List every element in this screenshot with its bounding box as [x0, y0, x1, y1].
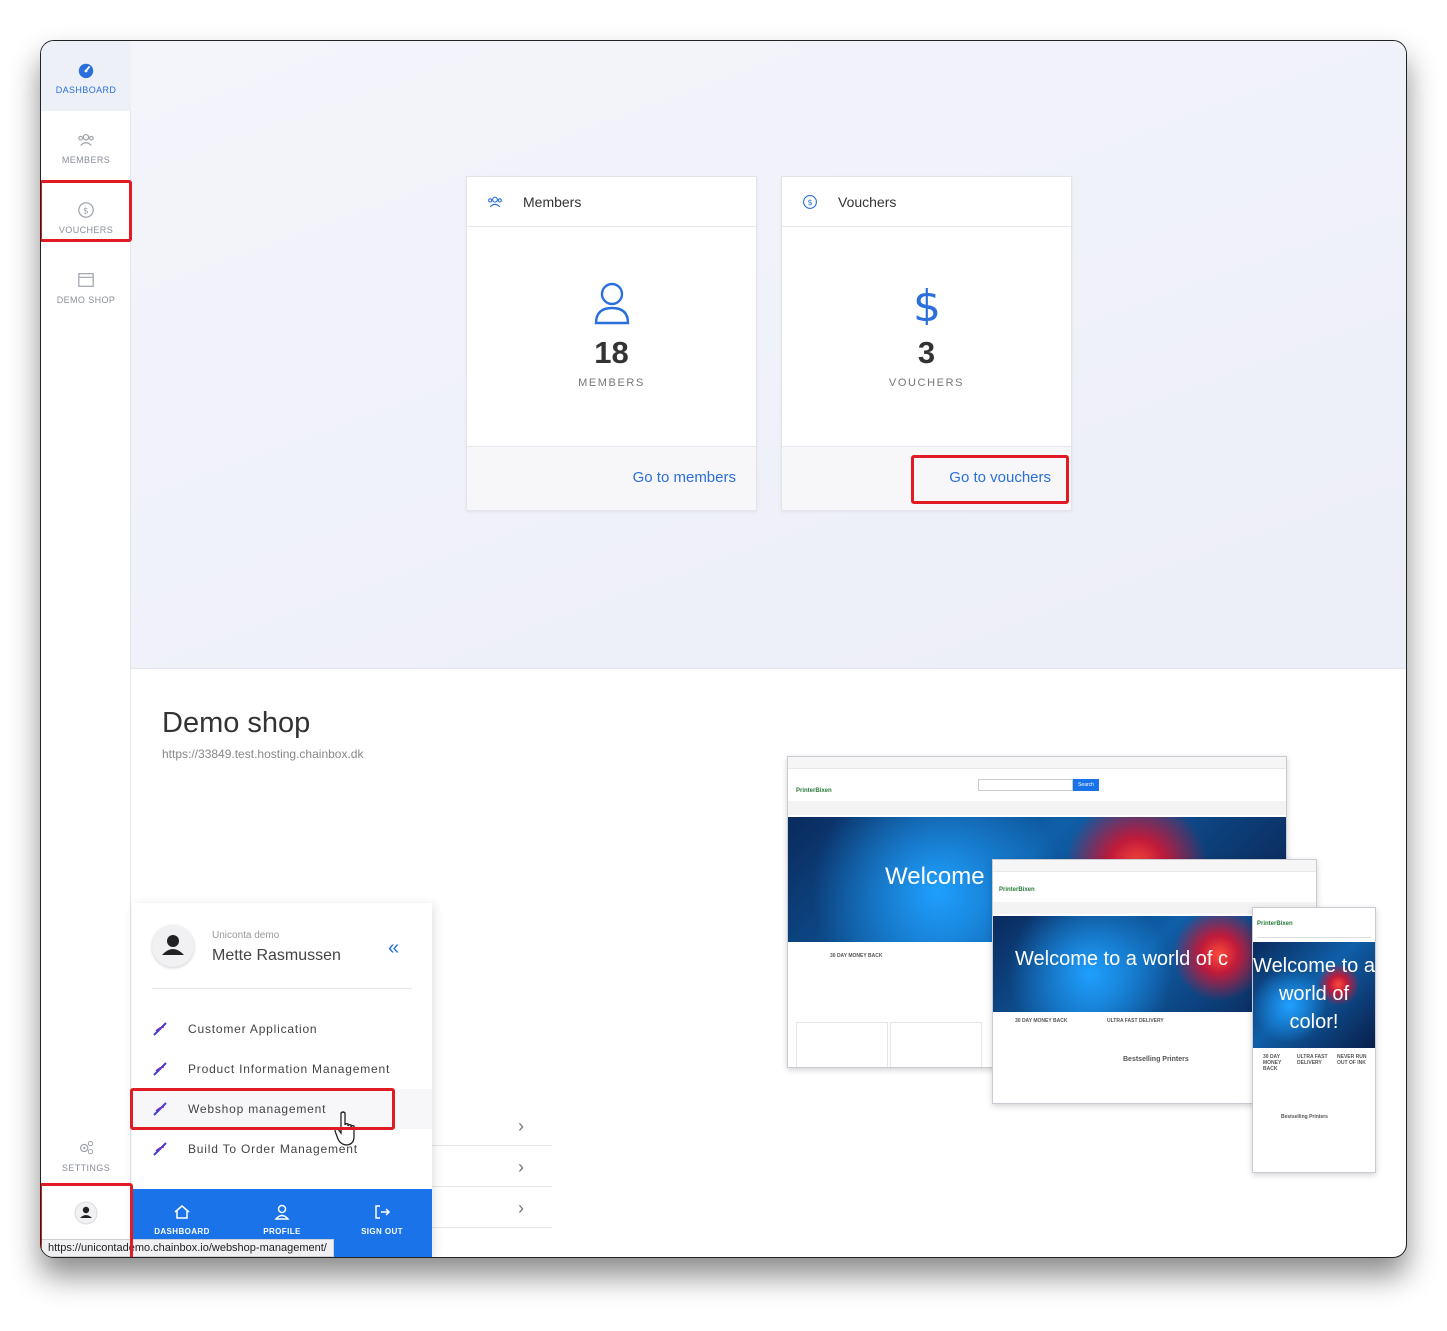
product-tile — [796, 1022, 888, 1067]
members-icon — [78, 134, 94, 146]
chainbox-link-icon — [153, 1142, 167, 1156]
app-customer-application[interactable]: Customer Application — [132, 1009, 432, 1049]
members-card: Members 18 MEMBERS Go to members — [466, 176, 757, 511]
user-name: Mette Rasmussen — [212, 947, 341, 964]
app-label: Product Information Management — [188, 1062, 391, 1076]
app-build-to-order-management[interactable]: Build To Order Management — [132, 1129, 432, 1169]
preview-logo: PrinterBixen — [796, 779, 832, 797]
bar-sign-out-button[interactable]: SIGN OUT — [342, 1203, 422, 1236]
bar-dashboard-button[interactable]: DASHBOARD — [142, 1203, 222, 1236]
card-footer: Go to members — [467, 446, 756, 510]
demo-shop-url[interactable]: https://33849.test.hosting.chainbox.dk — [162, 747, 363, 761]
sign-out-icon — [375, 1205, 391, 1219]
vouchers-count: 3 — [917, 335, 936, 370]
app-window: DASHBOARD MEMBERS $ VOUCHERS DEMO SHOP S… — [40, 40, 1407, 1258]
avatar — [152, 925, 194, 967]
highlight-go-to-vouchers — [911, 455, 1069, 504]
hero-text: Welcome to a world of c — [1015, 948, 1229, 970]
list-row[interactable]: › — [432, 1105, 552, 1146]
preview-topbar — [993, 860, 1316, 872]
preview-search — [1257, 928, 1371, 938]
user-avatar-icon — [162, 935, 184, 955]
svg-text:$: $ — [807, 198, 812, 207]
highlight-webshop-management — [130, 1088, 395, 1130]
list-row[interactable]: › — [432, 1187, 552, 1228]
dashboard-panel: Members 18 MEMBERS Go to members $ Vouch… — [131, 41, 1406, 669]
members-unit: MEMBERS — [578, 377, 645, 389]
shop-window-icon — [78, 273, 94, 287]
dollar-circle-icon: $ — [803, 194, 817, 209]
sidebar-item-label: DEMO SHOP — [56, 295, 116, 305]
preview-logo: PrinterBixen — [999, 878, 1035, 896]
sidebar-item-demo-shop[interactable]: DEMO SHOP — [41, 251, 131, 321]
preview-topbar — [788, 757, 1286, 769]
app-product-information-management[interactable]: Product Information Management — [132, 1049, 432, 1089]
brand-name: PrinterBixen — [1257, 921, 1293, 927]
highlight-vouchers — [41, 180, 132, 242]
settings-gears-icon — [80, 1140, 94, 1155]
user-outline-icon — [594, 282, 629, 325]
hero-text: Welcome to a world of color! — [1253, 955, 1375, 1033]
bar-label: SIGN OUT — [361, 1227, 403, 1236]
chainbox-link-icon — [153, 1022, 167, 1036]
chevron-right-icon: › — [518, 1198, 524, 1218]
svg-text:$: $ — [913, 281, 941, 325]
sidebar-item-label: SETTINGS — [61, 1163, 111, 1173]
dashboard-gauge-icon — [78, 63, 94, 79]
money-back-text: 30 DAY MONEY BACK — [830, 953, 883, 959]
chevron-right-icon: › — [518, 1157, 524, 1177]
brand-name: PrinterBixen — [796, 788, 832, 794]
chevron-right-icon: › — [518, 1116, 524, 1136]
profile-icon — [274, 1204, 290, 1220]
bestsellers-text: Bestselling Printers — [1281, 1114, 1328, 1120]
brand-name: PrinterBixen — [999, 887, 1035, 893]
card-header: $ Vouchers — [782, 177, 1071, 227]
go-to-members-link[interactable]: Go to members — [633, 469, 736, 486]
organization-name: Uniconta demo — [212, 930, 280, 941]
bar-label: PROFILE — [263, 1227, 301, 1236]
card-title: Vouchers — [838, 193, 897, 210]
sidebar-item-label: DASHBOARD — [55, 85, 117, 95]
fast-delivery-text: ULTRA FAST DELIVERY — [1107, 1018, 1164, 1024]
sidebar-item-label: MEMBERS — [61, 155, 111, 165]
app-label: Customer Application — [188, 1022, 318, 1036]
vouchers-unit: VOUCHERS — [888, 377, 965, 389]
never-run-out-text: NEVER RUN OUT OF INK — [1337, 1054, 1367, 1066]
card-title: Members — [523, 193, 582, 210]
list-row[interactable]: › — [432, 1146, 552, 1187]
chainbox-link-icon — [153, 1062, 167, 1076]
preview-hero: Welcome to a world of color! — [1253, 942, 1375, 1048]
apps-popup: Uniconta demo Mette Rasmussen « Customer… — [132, 903, 432, 1257]
money-back-text: 30 DAY MONEY BACK — [1263, 1054, 1282, 1072]
hero-text: Welcome — [885, 863, 985, 890]
product-tile — [890, 1022, 982, 1067]
money-back-text: 30 DAY MONEY BACK — [1015, 1018, 1068, 1024]
preview-search — [978, 779, 1073, 791]
bar-label: DASHBOARD — [154, 1227, 210, 1236]
bestsellers-text: Bestselling Printers — [1123, 1056, 1189, 1063]
highlight-profile — [41, 1183, 133, 1257]
members-count: 18 — [594, 335, 629, 370]
dollar-icon: $ — [913, 281, 941, 325]
fast-delivery-text: ULTRA FAST DELIVERY — [1297, 1054, 1328, 1066]
preview-search-button: Search — [1073, 779, 1099, 791]
sidebar-item-members[interactable]: MEMBERS — [41, 111, 131, 181]
home-icon — [174, 1205, 190, 1219]
sidebar-item-dashboard[interactable]: DASHBOARD — [41, 41, 131, 111]
preview-mobile: PrinterBixen Welcome to a world of color… — [1252, 907, 1376, 1173]
collapse-icon[interactable]: « — [388, 937, 399, 960]
divider — [152, 988, 412, 989]
bar-profile-button[interactable]: PROFILE — [242, 1203, 322, 1236]
members-icon — [488, 196, 502, 207]
sidebar-item-settings[interactable]: SETTINGS — [41, 1119, 131, 1189]
demo-shop-title: Demo shop — [162, 707, 311, 739]
preview-nav — [788, 801, 1286, 815]
card-header: Members — [467, 177, 756, 227]
